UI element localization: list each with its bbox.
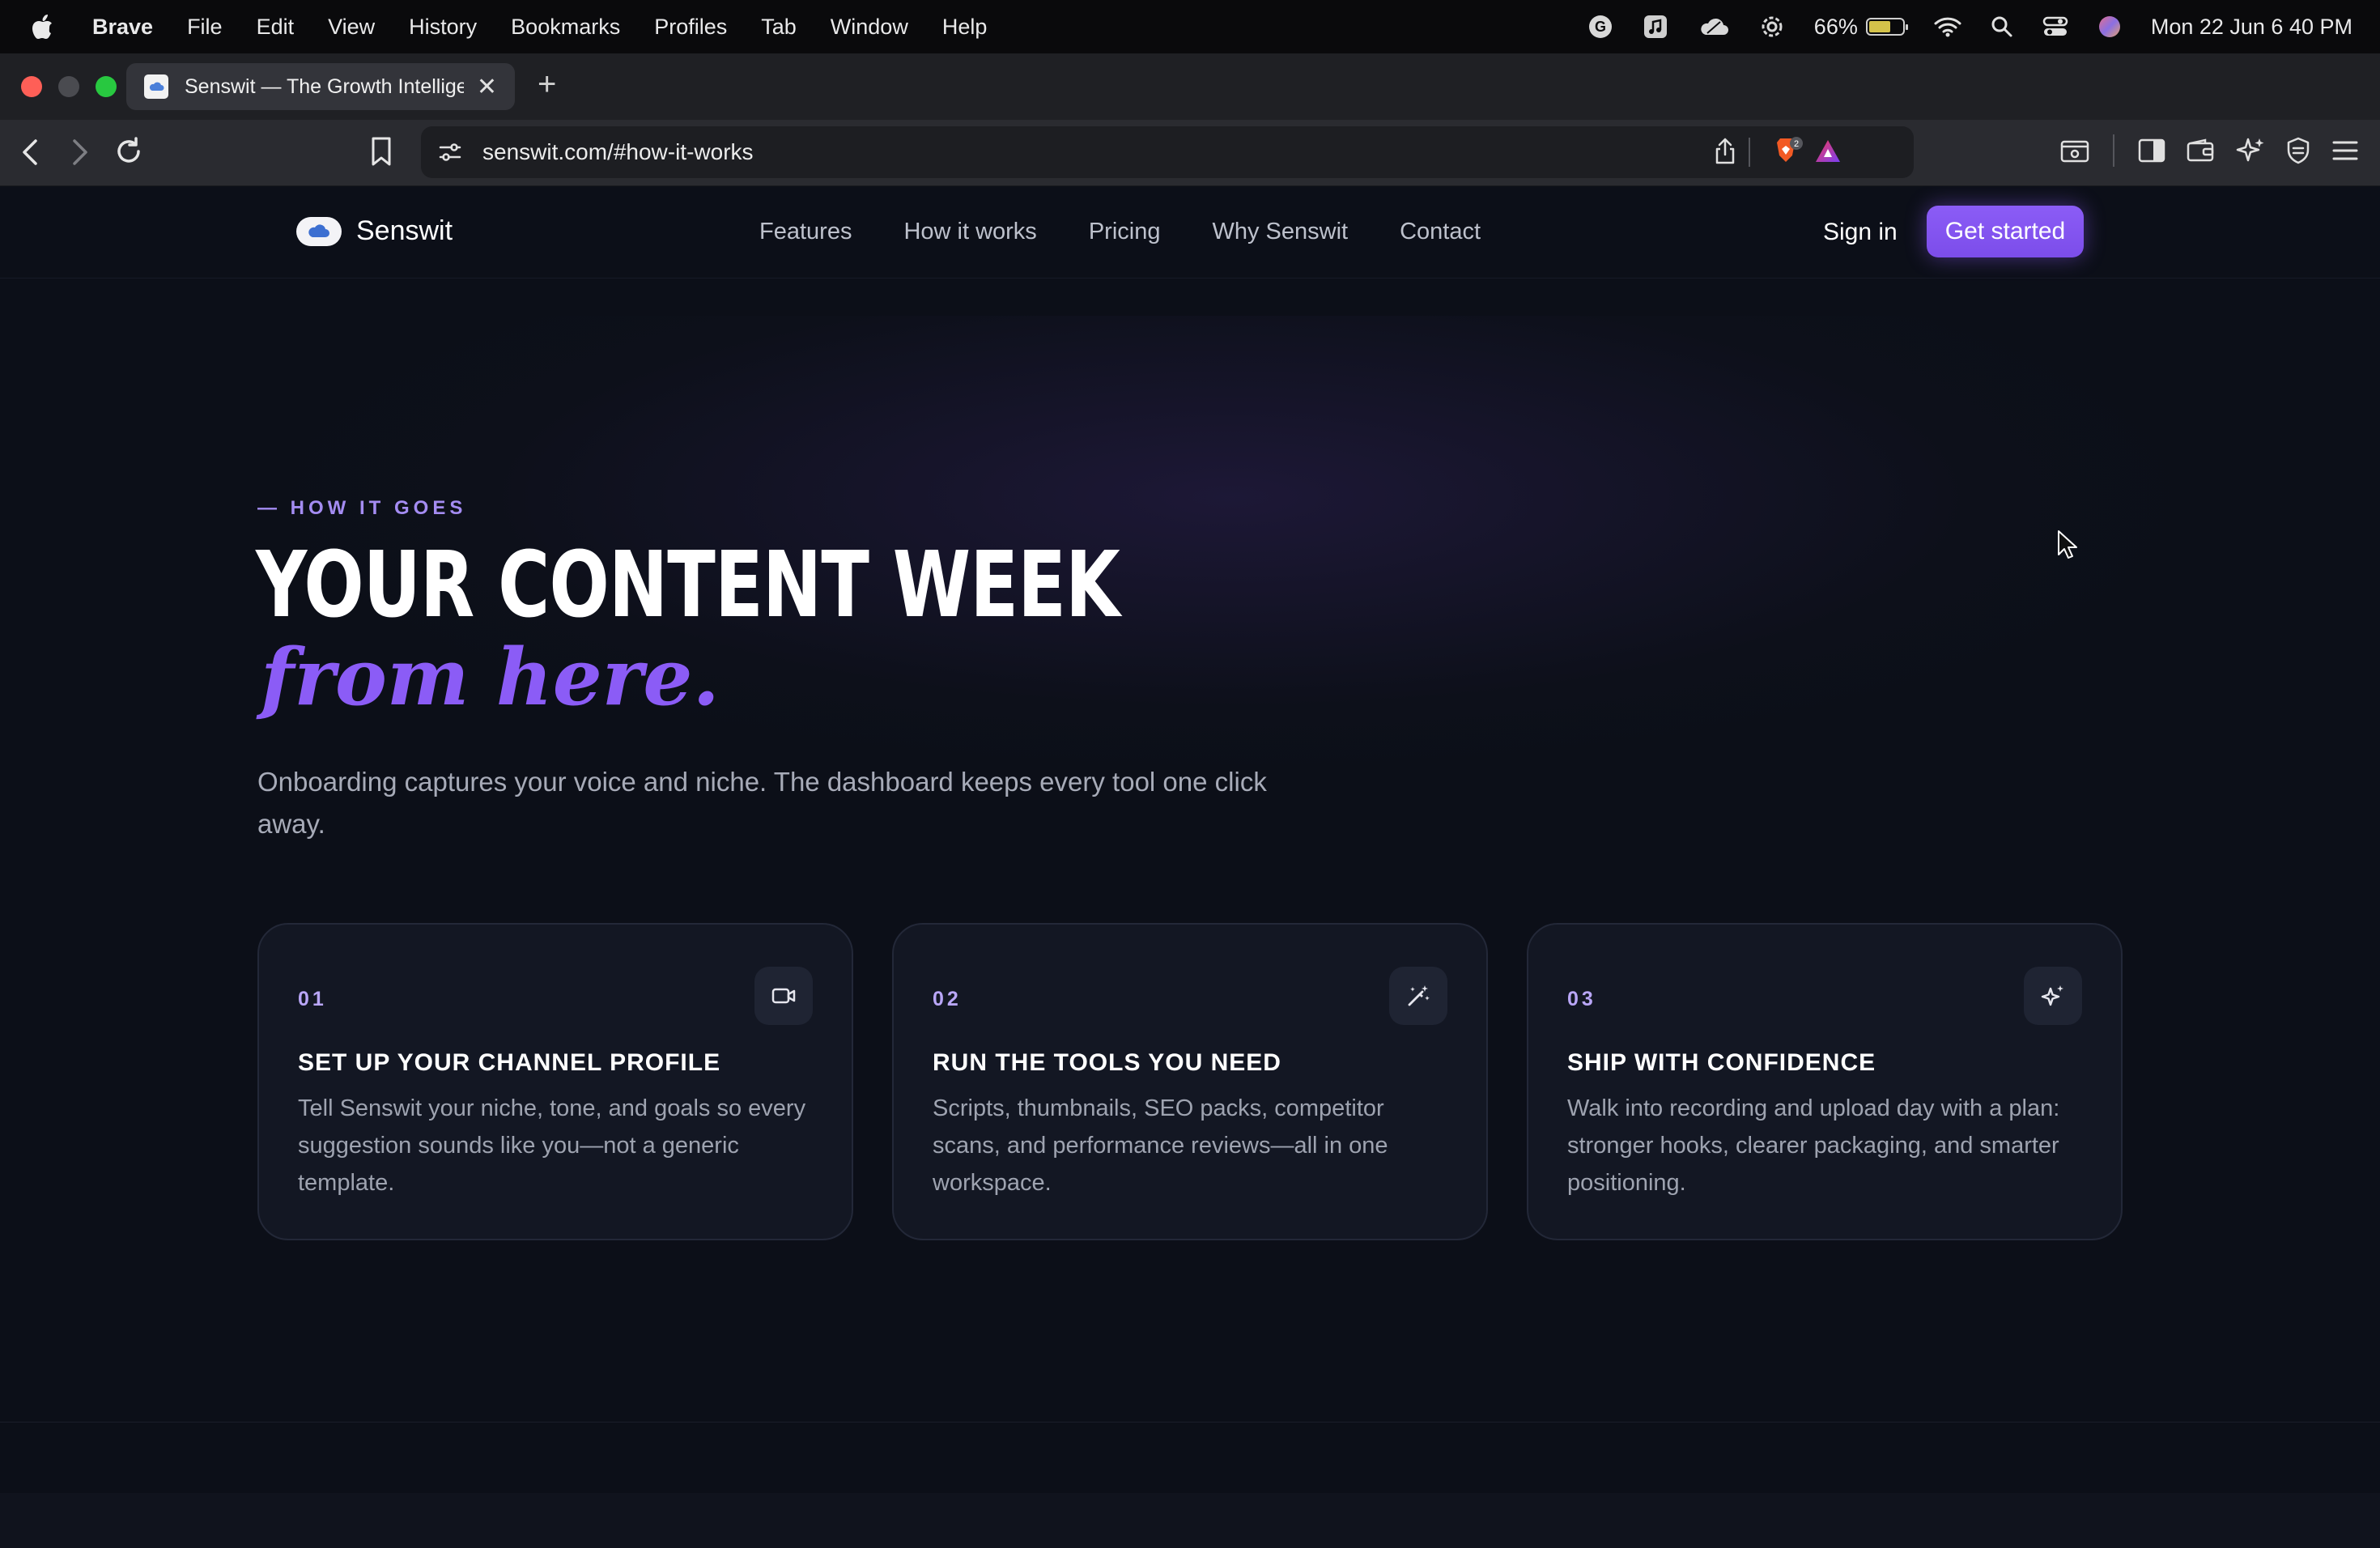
nav-link-contact[interactable]: Contact [1400, 219, 1481, 245]
section-eyebrow: — HOW IT GOES [257, 497, 467, 519]
forward-icon[interactable] [66, 138, 91, 167]
shields-badge-count: 2 [1794, 139, 1799, 149]
step-card-1: 01 SET UP YOUR CHANNEL PROFILE Tell Sens… [257, 923, 853, 1240]
get-started-button[interactable]: Get started [1927, 206, 2084, 257]
svg-text:G: G [1595, 19, 1606, 35]
menu-bookmarks[interactable]: Bookmarks [511, 15, 620, 40]
nav-link-pricing[interactable]: Pricing [1089, 219, 1161, 245]
window-close-button[interactable] [21, 76, 42, 97]
web-page: Senswit Features How it works Pricing Wh… [0, 186, 2380, 1548]
site-header: Senswit Features How it works Pricing Wh… [0, 186, 2380, 279]
siri-icon[interactable] [2097, 15, 2122, 39]
sparkles-icon [2024, 967, 2082, 1025]
step-description: Scripts, thumbnails, SEO packs, competit… [933, 1095, 1388, 1196]
section-description: Onboarding captures your voice and niche… [257, 767, 1267, 839]
tab-close-icon[interactable]: ✕ [477, 73, 497, 101]
menu-help[interactable]: Help [942, 15, 988, 40]
sign-in-link[interactable]: Sign in [1823, 219, 1898, 246]
menu-view[interactable]: View [328, 15, 375, 40]
mouse-cursor-icon [2056, 529, 2077, 564]
tab-favicon-icon [144, 74, 168, 99]
step-card-2: 02 RUN THE TOOLS YOU NEED Scripts, thumb… [892, 923, 1488, 1240]
magic-wand-icon [1389, 967, 1447, 1025]
brand-name: Senswit [356, 215, 453, 246]
site-logo[interactable]: Senswit [296, 215, 453, 247]
toolbar-divider [2113, 134, 2114, 167]
menu-edit[interactable]: Edit [257, 15, 295, 40]
menu-history[interactable]: History [409, 15, 477, 40]
menu-bar: Brave File Edit View History Bookmarks P… [0, 0, 2380, 53]
step-number: 03 [1567, 988, 1596, 1010]
wifi-icon[interactable] [1934, 16, 1961, 37]
grammarly-icon[interactable]: G [1587, 14, 1613, 40]
menu-app-name[interactable]: Brave [92, 15, 153, 40]
vpn-shield-icon[interactable] [2284, 136, 2312, 165]
menu-clock[interactable]: Mon 22 Jun 6 40 PM [2151, 15, 2352, 40]
brave-rewards-icon[interactable] [1813, 138, 1842, 165]
wallet-icon[interactable] [2186, 138, 2215, 164]
window-minimize-button[interactable] [58, 76, 79, 97]
spotlight-search-icon[interactable] [1991, 15, 2013, 38]
nav-link-how-it-works[interactable]: How it works [903, 219, 1036, 245]
battery-status[interactable]: 66% [1813, 14, 1908, 40]
step-description: Tell Senswit your niche, tone, and goals… [298, 1095, 806, 1196]
battery-fill [1868, 21, 1891, 32]
address-divider [1749, 138, 1750, 167]
step-number: 01 [298, 988, 327, 1010]
cloud-icon[interactable] [1698, 15, 1730, 38]
section-divider [0, 1422, 2380, 1423]
menu-profiles[interactable]: Profiles [654, 15, 727, 40]
music-icon[interactable] [1643, 14, 1668, 40]
brave-shields-icon[interactable]: 2 [1768, 136, 1804, 168]
step-title: RUN THE TOOLS YOU NEED [933, 1049, 1281, 1076]
battery-icon [1865, 18, 1908, 36]
address-bar[interactable]: senswit.com/#how-it-works 2 [421, 126, 1914, 178]
section-headline-script: from here. [261, 632, 720, 723]
nav-link-why-senswit[interactable]: Why Senswit [1212, 219, 1348, 245]
section-headline: YOUR CONTENT WEEK [256, 533, 1120, 638]
logo-cloud-icon [296, 216, 342, 246]
nav-link-features[interactable]: Features [759, 219, 852, 245]
url-text[interactable]: senswit.com/#how-it-works [482, 139, 754, 165]
leo-ai-icon[interactable] [2236, 136, 2265, 165]
battery-percent: 66% [1813, 14, 1858, 39]
browser-tab-active[interactable]: Senswit — The Growth Intellige ✕ [126, 63, 515, 110]
window-zoom-button[interactable] [96, 76, 117, 97]
site-settings-icon[interactable] [437, 139, 463, 165]
step-title: SET UP YOUR CHANNEL PROFILE [298, 1049, 721, 1076]
menu-tab[interactable]: Tab [761, 15, 797, 40]
control-center-icon[interactable] [2042, 15, 2068, 38]
tab-title: Senswit — The Growth Intellige [185, 74, 464, 98]
reader-mode-icon[interactable] [2059, 138, 2090, 165]
step-title: SHIP WITH CONFIDENCE [1567, 1049, 1876, 1076]
bookmark-icon[interactable] [369, 136, 393, 167]
step-card-3: 03 SHIP WITH CONFIDENCE Walk into record… [1527, 923, 2123, 1240]
new-tab-button[interactable]: + [538, 66, 556, 103]
primary-nav: Features How it works Pricing Why Senswi… [759, 219, 1532, 245]
menu-window[interactable]: Window [831, 15, 908, 40]
main-menu-icon[interactable] [2331, 139, 2359, 162]
video-camera-icon [754, 967, 813, 1025]
apple-menu-icon[interactable] [31, 14, 53, 40]
sidebar-toggle-icon[interactable] [2137, 138, 2166, 164]
step-number: 02 [933, 988, 962, 1010]
next-section-edge [0, 1493, 2380, 1548]
step-description: Walk into recording and upload day with … [1567, 1095, 2060, 1196]
menu-file[interactable]: File [187, 15, 223, 40]
reload-icon[interactable] [113, 136, 144, 167]
back-icon[interactable] [19, 138, 44, 167]
gear-icon[interactable] [1759, 14, 1785, 40]
share-icon[interactable] [1713, 138, 1737, 165]
